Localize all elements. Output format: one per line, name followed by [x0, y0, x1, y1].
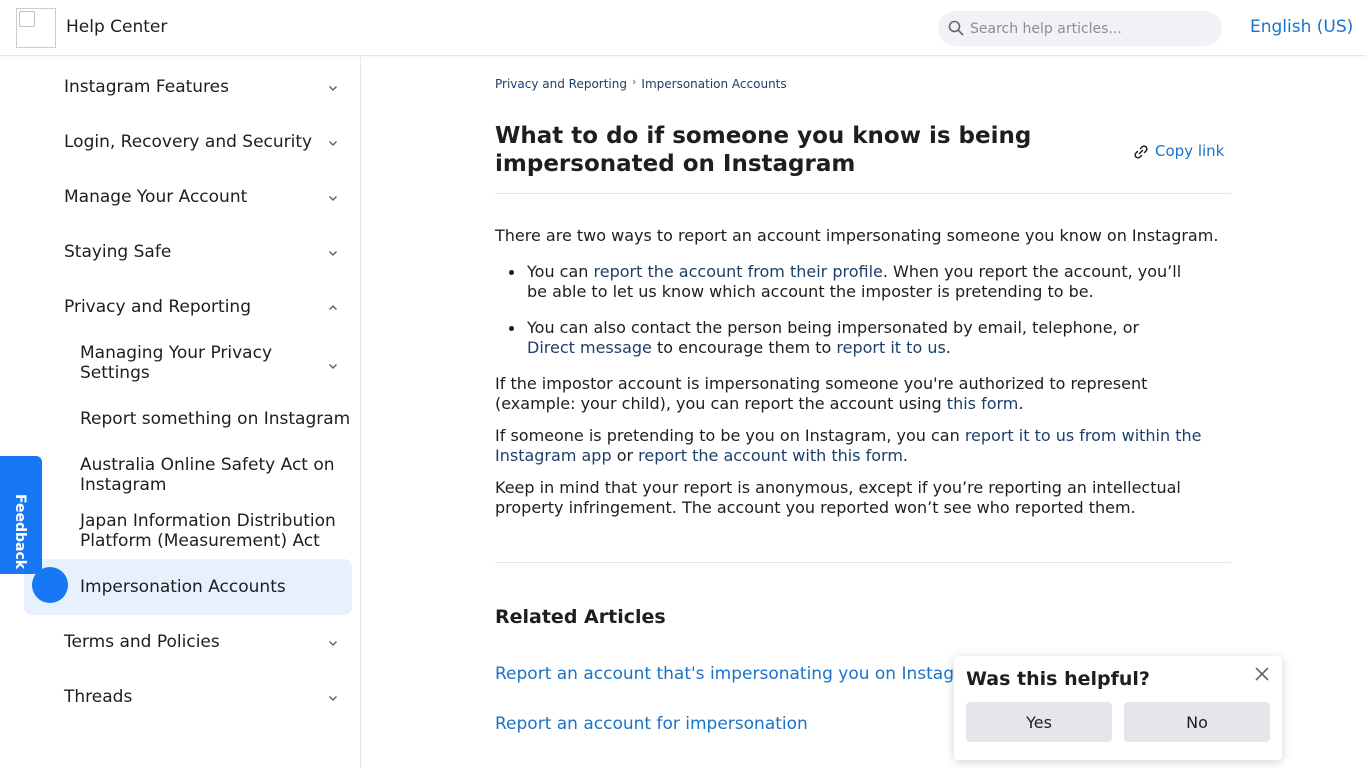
text-span: .	[1018, 394, 1024, 413]
helpful-no-button[interactable]: No	[1124, 702, 1270, 742]
text-span: .	[902, 446, 908, 465]
site-logo[interactable]	[16, 8, 56, 48]
site-title[interactable]: Help Center	[66, 17, 167, 37]
sidebar-subitem-impersonation-accounts[interactable]: Impersonation Accounts	[24, 559, 352, 615]
chevron-down-icon	[328, 363, 338, 370]
report-with-form-link[interactable]: report the account with this form	[638, 446, 903, 465]
sidebar-subitem-japan-act[interactable]: Japan Information Distribution Platform …	[24, 507, 352, 555]
breadcrumb-link-privacy[interactable]: Privacy and Reporting	[495, 77, 627, 91]
sidebar-item-threads[interactable]: Threads	[24, 675, 352, 719]
divider	[495, 193, 1231, 194]
chevron-right-icon: ›	[632, 75, 637, 88]
chevron-down-icon	[328, 640, 338, 647]
sidebar-subitem-label: Japan Information Distribution Platform …	[80, 511, 336, 551]
article-title: What to do if someone you know is being …	[495, 123, 1032, 177]
sidebar-subitem-label: Australia Online Safety Act on Instagram	[80, 455, 335, 495]
search-icon	[948, 20, 964, 36]
sidebar-item-terms-policies[interactable]: Terms and Policies	[24, 620, 352, 664]
list-item: You can report the account from their pr…	[509, 262, 1187, 302]
report-it-to-us-link[interactable]: report it to us	[836, 338, 945, 357]
divider	[495, 562, 1231, 563]
article-paragraph: If someone is pretending to be you on In…	[495, 426, 1231, 466]
sidebar-item-label: Threads	[64, 687, 133, 707]
bullet-dot	[509, 326, 514, 331]
chevron-down-icon	[328, 695, 338, 702]
search-box[interactable]	[938, 11, 1222, 46]
article-paragraph: If the impostor account is impersonating…	[495, 374, 1231, 414]
language-selector[interactable]: English (US)	[1250, 17, 1353, 37]
text-span: .	[945, 338, 951, 357]
article-intro: There are two ways to report an account …	[495, 226, 1219, 245]
helpful-title: Was this helpful?	[966, 668, 1150, 690]
chevron-up-icon	[328, 304, 338, 311]
feedback-tab-label: Feedback	[12, 494, 28, 570]
breadcrumb-link-impersonation[interactable]: Impersonation Accounts	[641, 77, 786, 91]
close-icon[interactable]	[1254, 666, 1270, 682]
helpful-yes-button[interactable]: Yes	[966, 702, 1112, 742]
direct-message-link[interactable]: Direct message	[527, 338, 652, 357]
sidebar-item-instagram-features[interactable]: Instagram Features	[24, 65, 352, 109]
text-span: If someone is pretending to be you on In…	[495, 426, 965, 445]
chevron-down-icon	[328, 195, 338, 202]
feedback-tab[interactable]: Feedback	[0, 456, 42, 574]
sidebar-item-login-recovery[interactable]: Login, Recovery and Security	[24, 120, 352, 164]
copy-link-label: Copy link	[1155, 142, 1225, 160]
related-articles-heading: Related Articles	[495, 606, 666, 628]
sidebar-item-privacy-reporting[interactable]: Privacy and Reporting	[24, 285, 352, 329]
chevron-down-icon	[328, 85, 338, 92]
sidebar-item-label: Terms and Policies	[64, 632, 220, 652]
report-from-profile-link[interactable]: report the account from their profile	[594, 262, 883, 281]
related-article-link[interactable]: Report an account for impersonation	[495, 714, 808, 734]
chevron-down-icon	[328, 250, 338, 257]
top-header: Help Center English (US)	[0, 0, 1366, 56]
sidebar-subitem-managing-privacy[interactable]: Managing Your Privacy Settings	[24, 339, 352, 395]
sidebar-item-staying-safe[interactable]: Staying Safe	[24, 230, 352, 274]
text-span: If the impostor account is impersonating…	[495, 374, 1148, 413]
this-form-link[interactable]: this form	[947, 394, 1019, 413]
search-input[interactable]	[970, 11, 1210, 46]
text-span: to encourage them to	[651, 338, 837, 357]
sidebar-subitem-report-something[interactable]: Report something on Instagram	[24, 399, 352, 439]
text-span: or	[611, 446, 639, 465]
sidebar-item-label: Staying Safe	[64, 242, 172, 262]
sidebar-subitem-label: Impersonation Accounts	[80, 577, 286, 597]
text-span: You can also contact the person being im…	[527, 318, 1140, 337]
sidebar-subitem-label: Managing Your Privacy Settings	[80, 343, 273, 383]
list-item: You can also contact the person being im…	[509, 318, 1187, 358]
sidebar-item-label: Login, Recovery and Security	[64, 132, 313, 152]
helpful-popup: Was this helpful? Yes No	[954, 656, 1282, 760]
sidebar-item-label: Manage Your Account	[64, 187, 248, 207]
related-article-link[interactable]: Report an account that's impersonating y…	[495, 664, 988, 684]
sidebar-item-label: Privacy and Reporting	[64, 297, 251, 317]
breadcrumb: Privacy and Reporting › Impersonation Acco…	[495, 75, 787, 91]
bullet-dot	[509, 270, 514, 275]
article-paragraph: Keep in mind that your report is anonymo…	[495, 478, 1181, 517]
sidebar-item-manage-account[interactable]: Manage Your Account	[24, 175, 352, 219]
chevron-down-icon	[328, 140, 338, 147]
sidebar-subitem-australia-act[interactable]: Australia Online Safety Act on Instagram	[24, 449, 352, 501]
link-icon	[1134, 145, 1148, 159]
sidebar-nav: Instagram Features Login, Recovery and S…	[0, 57, 361, 768]
sidebar-subitem-label: Report something on Instagram	[80, 409, 351, 429]
text-span: You can	[527, 262, 594, 281]
sidebar-item-label: Instagram Features	[64, 77, 229, 97]
